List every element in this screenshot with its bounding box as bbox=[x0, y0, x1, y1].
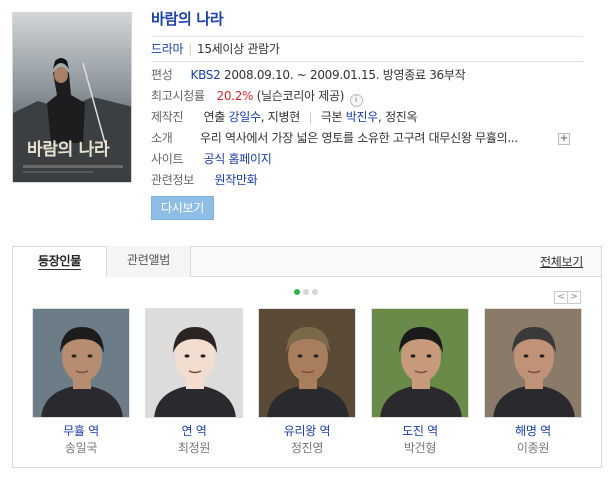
divider: | bbox=[188, 42, 192, 56]
next-arrow-icon[interactable]: > bbox=[567, 291, 581, 304]
prev-arrow-icon[interactable]: < bbox=[554, 291, 568, 304]
page-dot-1[interactable] bbox=[294, 289, 300, 295]
tab-cast-label: 등장인물 bbox=[38, 254, 81, 270]
cast-role[interactable]: 유리왕 역 bbox=[258, 423, 356, 439]
viewership-value: 20.2% bbox=[216, 89, 254, 103]
cast-member[interactable]: 해명 역 이종원 bbox=[484, 308, 582, 456]
cast-role[interactable]: 연 역 bbox=[145, 423, 243, 439]
broadcast-status: 방영종료 bbox=[382, 68, 426, 82]
broadcast-period: 2008.09.10. ~ 2009.01.15. bbox=[223, 68, 380, 82]
writer-prefix: 극본 bbox=[320, 110, 343, 124]
cast-member[interactable]: 유리왕 역 정진영 bbox=[258, 308, 356, 456]
site-label: 사이트 bbox=[151, 152, 184, 166]
cast-actor[interactable]: 박건형 bbox=[371, 440, 469, 456]
poster-logo: 바람의 나라 bbox=[27, 139, 110, 160]
cast-photo[interactable] bbox=[371, 308, 469, 418]
cast-actor[interactable]: 최정원 bbox=[145, 440, 243, 456]
page-dot-2[interactable] bbox=[303, 289, 309, 295]
summary-label: 소개 bbox=[151, 131, 173, 145]
cast-actor[interactable]: 정진영 bbox=[258, 440, 356, 456]
age-rating: 15세이상 관람가 bbox=[196, 42, 280, 56]
cast-panel: 등장인물 관련앨범 전체보기 < > 무휼 역 송일국 연 역 최정원 유리왕 역 정진영 도… bbox=[12, 246, 602, 468]
cast-actor[interactable]: 이종원 bbox=[484, 440, 582, 456]
drama-poster[interactable]: 바람의 나라 bbox=[12, 12, 132, 183]
broadcast-row: 편성 KBS2 2008.09.10. ~ 2009.01.15. 방영종료 3… bbox=[151, 65, 583, 86]
rewatch-button[interactable]: 다시보기 bbox=[151, 196, 214, 220]
viewership-row: 최고시청률 20.2% (닐슨코리아 제공) i bbox=[151, 86, 583, 107]
episode-count: 36부작 bbox=[429, 68, 466, 82]
summary-text: 우리 역사에서 가장 넓은 영토를 소유한 고구려 대무신왕 무휼의... bbox=[200, 131, 518, 145]
writer-2: 정진옥 bbox=[385, 110, 418, 124]
cast-member[interactable]: 도진 역 박건형 bbox=[371, 308, 469, 456]
cast-member[interactable]: 연 역 최정원 bbox=[145, 308, 243, 456]
crew-label: 제작진 bbox=[151, 110, 184, 124]
broadcast-label: 편성 bbox=[151, 68, 173, 82]
genre-row: 드라마 | 15세이상 관람가 bbox=[151, 36, 583, 62]
info-icon[interactable]: i bbox=[349, 94, 363, 107]
cast-photo[interactable] bbox=[484, 308, 582, 418]
poster-image: 바람의 나라 bbox=[13, 13, 131, 182]
viewership-label: 최고시청률 bbox=[151, 89, 205, 103]
writer-link[interactable]: 박진우 bbox=[346, 110, 379, 124]
comma: , bbox=[260, 110, 268, 124]
tab-cast[interactable]: 등장인물 bbox=[12, 246, 107, 277]
tab-album[interactable]: 관련앨범 bbox=[107, 246, 191, 277]
page-dot-3[interactable] bbox=[312, 289, 318, 295]
detail-rows: 편성 KBS2 2008.09.10. ~ 2009.01.15. 방영종료 3… bbox=[151, 65, 583, 191]
director-2: 지병현 bbox=[267, 110, 301, 124]
genre-link[interactable]: 드라마 bbox=[151, 42, 184, 56]
official-site-link[interactable]: 공식 홈페이지 bbox=[204, 152, 272, 166]
site-row: 사이트 공식 홈페이지 bbox=[151, 149, 583, 170]
view-all-link[interactable]: 전체보기 bbox=[540, 253, 583, 270]
cast-actor[interactable]: 송일국 bbox=[32, 440, 130, 456]
comma: , bbox=[378, 110, 386, 124]
expand-plus-icon[interactable]: + bbox=[558, 133, 570, 145]
pager-arrows: < > bbox=[554, 288, 581, 304]
summary-row: 소개 우리 역사에서 가장 넓은 영토를 소유한 고구려 대무신왕 무휼의... … bbox=[151, 128, 583, 149]
panel-tabs: 등장인물 관련앨범 전체보기 bbox=[12, 246, 601, 277]
crew-row: 제작진 연출 강일수, 지병현 | 극본 박진우, 정진옥 bbox=[151, 107, 583, 128]
drama-info: 바람의 나라 드라마 | 15세이상 관람가 편성 KBS2 2008.09.10.… bbox=[151, 8, 583, 220]
related-label: 관련정보 bbox=[151, 173, 194, 187]
page-indicator bbox=[294, 289, 321, 297]
cast-member[interactable]: 무휼 역 송일국 bbox=[32, 308, 130, 456]
original-comic-link[interactable]: 원작만화 bbox=[215, 173, 258, 187]
viewership-source: (닐슨코리아 제공) bbox=[256, 89, 345, 103]
divider: | bbox=[308, 110, 313, 124]
cast-photo[interactable] bbox=[32, 308, 130, 418]
drama-title[interactable]: 바람의 나라 bbox=[151, 8, 583, 32]
director-link[interactable]: 강일수 bbox=[229, 110, 262, 124]
channel-link[interactable]: KBS2 bbox=[191, 68, 221, 82]
cast-role[interactable]: 도진 역 bbox=[371, 423, 469, 439]
cast-role[interactable]: 해명 역 bbox=[484, 423, 582, 439]
cast-role[interactable]: 무휼 역 bbox=[32, 423, 130, 439]
director-prefix: 연출 bbox=[203, 110, 226, 124]
cast-photo[interactable] bbox=[258, 308, 356, 418]
related-row: 관련정보 원작만화 bbox=[151, 170, 583, 191]
cast-photo[interactable] bbox=[145, 308, 243, 418]
